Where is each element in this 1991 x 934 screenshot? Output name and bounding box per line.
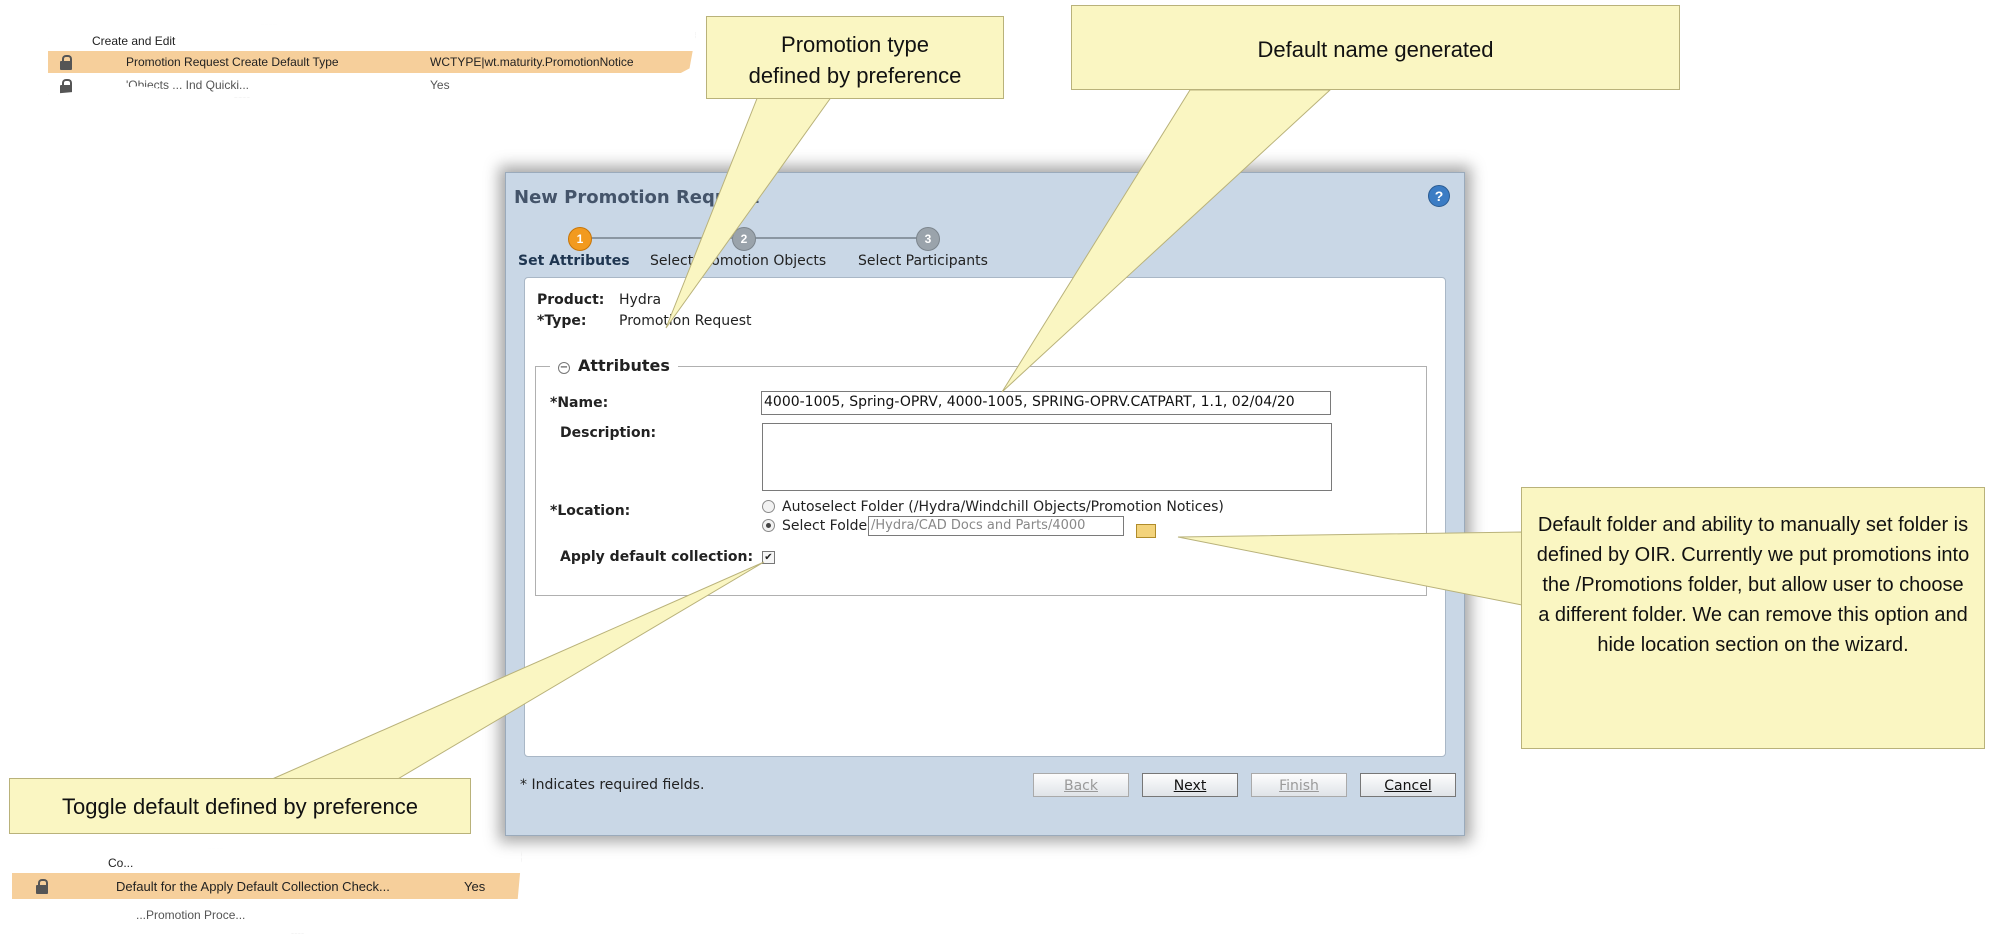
- callout-default-name: Default name generated: [1071, 5, 1680, 90]
- callout-promotion-type: Promotion type defined by preference: [706, 16, 1004, 99]
- pointer-promotion-type: [665, 95, 833, 329]
- callout-folder: Default folder and ability to manually s…: [1521, 487, 1985, 749]
- pointer-folder: [1177, 531, 1523, 606]
- pointer-toggle: [269, 561, 765, 781]
- pointer-default-name: [1001, 89, 1332, 393]
- callout-toggle: Toggle default defined by preference: [9, 778, 471, 834]
